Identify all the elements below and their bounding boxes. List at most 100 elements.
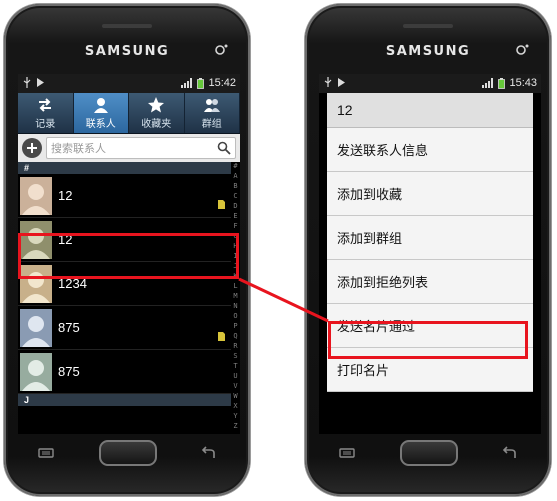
tab-groups[interactable]: 群组 (185, 93, 240, 133)
alphabet-index-letter[interactable]: V (233, 381, 237, 391)
alphabet-index-letter[interactable]: D (233, 201, 237, 211)
alphabet-index-letter[interactable]: Q (233, 331, 237, 341)
menu-item-send-contact-info[interactable]: 发送联系人信息 (327, 128, 533, 172)
hardware-keys (4, 440, 250, 470)
alphabet-index-letter[interactable]: Z (233, 421, 237, 431)
left-screen: 15:42 记录 联系人 收藏夹 群组 搜索联系人 # 12 12 1234 8… (18, 74, 240, 434)
alphabet-index-letter[interactable]: R (233, 341, 237, 351)
back-key-icon[interactable] (200, 446, 216, 460)
back-key-icon[interactable] (501, 446, 517, 460)
contact-row[interactable]: 12 (18, 218, 231, 262)
contact-row[interactable]: 875 (18, 306, 231, 350)
contact-row[interactable]: 1234 (18, 262, 231, 306)
alphabet-index-letter[interactable]: X (233, 401, 237, 411)
tab-bar: 记录 联系人 收藏夹 群组 (18, 93, 240, 134)
menu-item-print-namecard[interactable]: 打印名片 (327, 348, 533, 392)
contact-name: 12 (58, 232, 73, 247)
contact-row[interactable]: 875 (18, 350, 231, 394)
alphabet-index-letter[interactable]: B (233, 181, 237, 191)
alphabet-index-letter[interactable]: S (233, 351, 237, 361)
menu-item-add-to-favorites[interactable]: 添加到收藏 (327, 172, 533, 216)
contact-row[interactable]: 12 (18, 174, 231, 218)
alphabet-index-letter[interactable]: O (233, 311, 237, 321)
contact-list: 12 12 1234 875 875 (18, 174, 231, 394)
status-time: 15:42 (208, 77, 236, 89)
status-bar: 15:43 (319, 74, 541, 93)
alphabet-index-letter[interactable]: N (233, 301, 237, 311)
usb-icon (23, 77, 31, 88)
search-row: 搜索联系人 (18, 134, 240, 162)
section-header-j: J (18, 394, 231, 406)
tab-label: 记录 (35, 119, 56, 130)
contact-name: 1234 (58, 276, 87, 291)
alphabet-index-letter[interactable]: C (233, 191, 237, 201)
avatar-icon (20, 264, 52, 303)
tab-label: 收藏夹 (141, 119, 172, 130)
status-bar: 15:42 (18, 74, 240, 93)
battery-icon (197, 77, 205, 89)
alphabet-index-letter[interactable]: # (233, 161, 237, 171)
earpiece-speaker (102, 24, 152, 28)
tab-label: 群组 (201, 119, 222, 130)
alphabet-index-letter[interactable]: P (233, 321, 237, 331)
right-phone: SAMSUNG 15:43 12 发送联系人信息 添加到收藏 添加到群组 添加到… (305, 4, 551, 496)
search-placeholder: 搜索联系人 (51, 142, 106, 155)
alphabet-index-letter[interactable]: A (233, 171, 237, 181)
tab-favorites[interactable]: 收藏夹 (129, 93, 185, 133)
alphabet-index-letter[interactable]: E (233, 211, 237, 221)
alphabet-index-letter[interactable]: I (233, 251, 237, 261)
alphabet-index-letter[interactable]: U (233, 371, 237, 381)
left-phone: SAMSUNG 15:42 记录 联系人 收藏夹 群组 搜索联系人 # 12 1… (4, 4, 250, 496)
hardware-keys (305, 440, 551, 470)
alphabet-index-letter[interactable]: F (233, 221, 237, 231)
context-menu-title: 12 (327, 93, 533, 128)
avatar-icon (20, 308, 52, 347)
tab-call-log[interactable]: 记录 (18, 93, 74, 133)
add-contact-button[interactable] (22, 138, 42, 158)
contact-icon (93, 98, 108, 113)
tab-label: 联系人 (85, 119, 116, 130)
alphabet-index-letter[interactable]: W (233, 391, 237, 401)
contact-name: 12 (58, 188, 73, 203)
group-icon (203, 99, 220, 112)
battery-icon (498, 77, 506, 89)
play-icon (37, 78, 44, 87)
front-camera-icon (516, 44, 529, 55)
earpiece-speaker (403, 24, 453, 28)
contact-name: 875 (58, 320, 80, 335)
alphabet-index-letter[interactable]: M (233, 291, 237, 301)
tab-contacts[interactable]: 联系人 (73, 93, 129, 133)
sim-card-icon (218, 200, 225, 209)
menu-key-icon[interactable] (38, 448, 54, 458)
plus-icon (27, 143, 37, 153)
alphabet-index-letter[interactable]: Y (233, 411, 237, 421)
alphabet-index-scrollbar[interactable]: # A B C D E F G H I J K L M N O P Q R S T U V W X Y Z (231, 161, 240, 434)
menu-item-add-to-reject-list[interactable]: 添加到拒绝列表 (327, 260, 533, 304)
front-camera-icon (215, 44, 228, 55)
home-button[interactable] (99, 440, 157, 466)
alphabet-index-letter[interactable]: J (233, 261, 237, 271)
menu-key-icon[interactable] (339, 448, 355, 458)
search-icon[interactable] (217, 141, 231, 155)
menu-item-send-namecard-via[interactable]: 发送名片通过 (327, 304, 533, 348)
alphabet-index-letter[interactable]: H (233, 241, 237, 251)
alphabet-index-letter[interactable]: T (233, 361, 237, 371)
section-header-hash: # (18, 162, 231, 174)
menu-item-add-to-group[interactable]: 添加到群组 (327, 216, 533, 260)
context-menu: 12 发送联系人信息 添加到收藏 添加到群组 添加到拒绝列表 发送名片通过 打印… (327, 93, 533, 392)
sim-card-icon (218, 332, 225, 341)
alphabet-index-letter[interactable]: K (233, 271, 237, 281)
avatar-icon (20, 352, 52, 391)
avatar-icon (20, 220, 52, 259)
signal-icon (482, 78, 494, 88)
search-input[interactable]: 搜索联系人 (46, 137, 236, 159)
star-icon (148, 97, 165, 113)
alphabet-index-letter[interactable]: L (233, 281, 237, 291)
status-time: 15:43 (509, 77, 537, 89)
call-log-icon (39, 98, 52, 112)
signal-icon (181, 78, 193, 88)
alphabet-index-letter[interactable]: G (233, 231, 237, 241)
right-screen: 15:43 12 发送联系人信息 添加到收藏 添加到群组 添加到拒绝列表 发送名… (319, 74, 541, 434)
home-button[interactable] (400, 440, 458, 466)
avatar-icon (20, 176, 52, 215)
